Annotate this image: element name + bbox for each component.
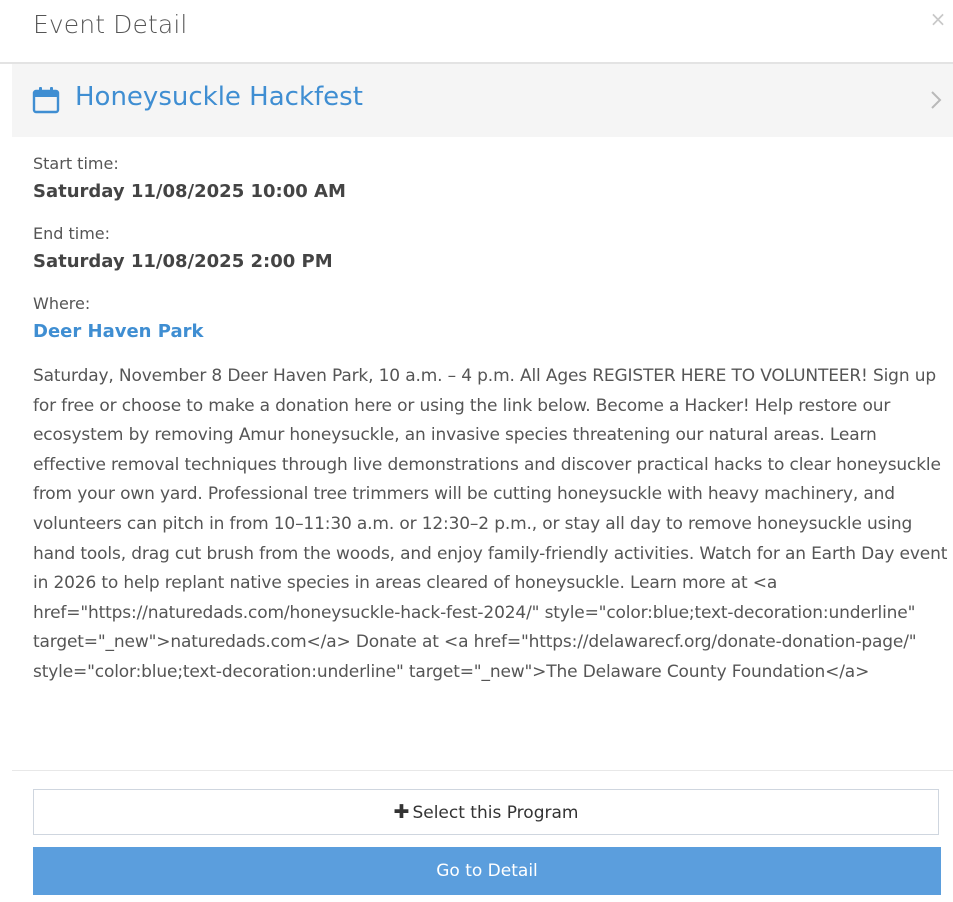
close-icon: × bbox=[929, 7, 947, 31]
event-detail-modal: Event Detail × Honeysuckle Hackfest Star… bbox=[0, 0, 953, 901]
modal-title: Event Detail bbox=[33, 10, 188, 39]
chevron-right-icon[interactable] bbox=[929, 89, 943, 111]
where-label: Where: bbox=[33, 294, 91, 313]
select-program-label: Select this Program bbox=[412, 803, 579, 823]
location-link[interactable]: Deer Haven Park bbox=[33, 317, 945, 360]
calendar-icon bbox=[32, 87, 60, 114]
start-time-value: Saturday 11/08/2025 10:00 AM bbox=[33, 181, 346, 202]
end-time-label: End time: bbox=[33, 224, 111, 243]
close-button[interactable]: × bbox=[927, 8, 949, 30]
plus-icon: ✚ bbox=[393, 801, 410, 823]
select-program-button[interactable]: ✚ Select this Program bbox=[33, 789, 939, 835]
start-time-label: Start time: bbox=[33, 154, 119, 173]
event-title-bar[interactable]: Honeysuckle Hackfest bbox=[12, 64, 953, 137]
modal-header: Event Detail × bbox=[0, 0, 953, 64]
event-description: Saturday, November 8 Deer Haven Park, 10… bbox=[33, 366, 948, 682]
event-details: Start time: Saturday 11/08/2025 10:00 AM… bbox=[33, 150, 945, 360]
go-to-detail-button[interactable]: Go to Detail bbox=[33, 847, 941, 895]
modal-footer: ✚ Select this Program Go to Detail bbox=[12, 770, 953, 902]
end-time-value: Saturday 11/08/2025 2:00 PM bbox=[33, 251, 333, 272]
event-name[interactable]: Honeysuckle Hackfest bbox=[75, 82, 363, 112]
